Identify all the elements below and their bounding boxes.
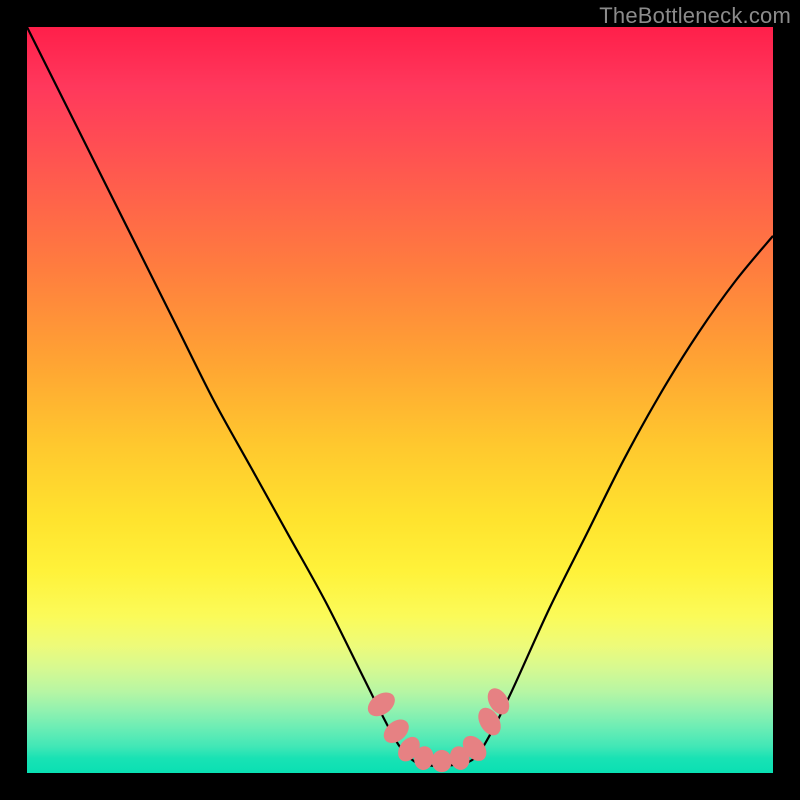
chart-frame: TheBottleneck.com [0, 0, 800, 800]
watermark-text: TheBottleneck.com [599, 3, 791, 29]
chart-marker [363, 688, 399, 722]
chart-curve [27, 27, 773, 766]
chart-svg [27, 27, 773, 773]
chart-plot-area [27, 27, 773, 773]
chart-marker [432, 750, 452, 772]
chart-markers [363, 684, 513, 772]
